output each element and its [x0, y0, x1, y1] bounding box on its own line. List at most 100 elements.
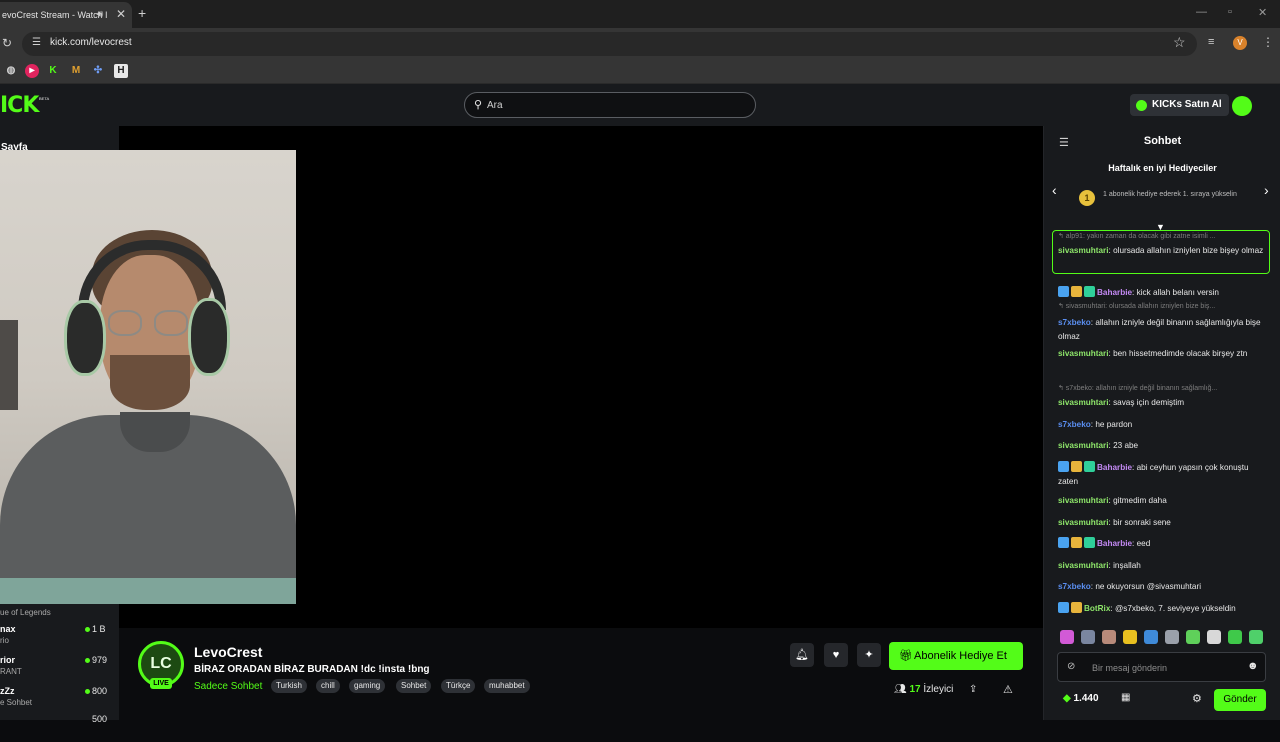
close-tab-icon[interactable]: ✕: [116, 7, 126, 21]
maximize-icon[interactable]: ▫: [1228, 6, 1232, 18]
h-bookmark-icon[interactable]: H: [114, 64, 128, 78]
stream-tag[interactable]: gaming: [349, 679, 386, 693]
chat-panel: ☰ Sohbet Haftalık en iyi Hediyeciler ‹ ›…: [1043, 126, 1280, 720]
buy-kicks-button[interactable]: KICKs Satın Al: [1130, 94, 1229, 116]
emote-icon[interactable]: [1186, 630, 1200, 644]
chat-username[interactable]: Baharbie: [1097, 539, 1132, 548]
sidebar-channel-category: RANT: [0, 667, 22, 676]
bookmark-star-icon[interactable]: ☆: [1173, 34, 1186, 51]
chat-username[interactable]: Baharbie: [1097, 288, 1132, 297]
emote-icon[interactable]: [1249, 630, 1263, 644]
address-text[interactable]: kick.com/levocrest: [50, 37, 132, 48]
sidebar-channel[interactable]: rior RANT 979: [0, 655, 119, 683]
emote-icon[interactable]: [1060, 630, 1074, 644]
stream-tag[interactable]: muhabbet: [484, 679, 530, 693]
emoji-icon[interactable]: ☻: [1247, 660, 1259, 672]
follow-heart-button[interactable]: ♥: [824, 643, 848, 667]
headphones-left: [64, 300, 106, 376]
emote-icon[interactable]: [1081, 630, 1095, 644]
stream-tag[interactable]: Turkish: [271, 679, 307, 693]
chat-title: Sohbet: [1143, 135, 1182, 147]
gift-subscription-label: Abonelik Hediye Et: [914, 650, 1007, 662]
gift-subscription-button[interactable]: 🎁︎ Abonelik Hediye Et: [889, 642, 1023, 670]
reload-icon[interactable]: ↻: [2, 36, 12, 50]
rank-badge: 1: [1079, 190, 1095, 206]
chat-username[interactable]: Baharbie: [1097, 463, 1132, 472]
send-button[interactable]: Gönder: [1214, 689, 1266, 711]
emote-icon[interactable]: [1228, 630, 1242, 644]
sidebar-viewer-count: 1 B: [92, 624, 106, 634]
emote-icon[interactable]: [1165, 630, 1179, 644]
puzzle-bookmark-icon[interactable]: ✣: [91, 64, 105, 78]
sidebar-channel[interactable]: zZz e Sohbet 800: [0, 686, 119, 714]
chat-username[interactable]: sivasmuhtari: [1058, 349, 1109, 358]
chat-username[interactable]: sivasmuhtari: [1058, 246, 1109, 255]
browser-tab[interactable]: evoCrest Stream - Watch l 🔊︎ ✕: [0, 2, 132, 28]
chat-username[interactable]: s7xbeko: [1058, 318, 1091, 327]
chat-username[interactable]: sivasmuhtari: [1058, 518, 1109, 527]
new-tab-icon[interactable]: +: [138, 5, 146, 21]
chat-reply-context[interactable]: ↰ alp91: yakın zaman da olacak gibi zatn…: [1058, 232, 1268, 240]
kick-bookmark-icon[interactable]: K: [46, 64, 60, 78]
badge-icon: [1058, 461, 1069, 472]
emote-icon[interactable]: [1123, 630, 1137, 644]
chat-username[interactable]: sivasmuhtari: [1058, 496, 1109, 505]
stream-category[interactable]: Sadece Sohbet: [194, 681, 262, 692]
sidebar-channel[interactable]: nax rio 1 B: [0, 624, 119, 652]
gmail-bookmark-icon[interactable]: M: [69, 64, 83, 78]
browser-menu-icon[interactable]: ⋮: [1262, 35, 1274, 49]
minimize-icon[interactable]: —: [1196, 6, 1207, 18]
search-box[interactable]: ⚲: [464, 92, 756, 118]
close-window-icon[interactable]: ✕: [1258, 6, 1267, 19]
profile-avatar[interactable]: V: [1233, 36, 1247, 50]
emote-bar: [1060, 630, 1274, 646]
youtube-bookmark-icon[interactable]: ▸: [25, 64, 39, 78]
kick-logo[interactable]: ICK: [0, 93, 39, 118]
reading-list-icon[interactable]: ≡: [1208, 36, 1214, 48]
address-bar[interactable]: [22, 32, 1197, 56]
headphones-right: [188, 298, 230, 376]
sparkle-button[interactable]: ✦: [857, 643, 881, 667]
stream-tag[interactable]: chill: [316, 679, 340, 693]
emote-icon[interactable]: [1144, 630, 1158, 644]
stream-tag[interactable]: Sohbet: [396, 679, 432, 693]
viewers-icon: 👥︎: [894, 684, 907, 695]
emote-icon[interactable]: [1207, 630, 1221, 644]
chevron-right-icon[interactable]: ›: [1264, 182, 1269, 198]
store-icon[interactable]: ▦: [1121, 692, 1130, 703]
chat-input[interactable]: [1092, 658, 1242, 678]
speaker-icon[interactable]: 🔊︎: [97, 9, 103, 20]
chat-username[interactable]: sivasmuhtari: [1058, 441, 1109, 450]
chat-reply-context[interactable]: ↰ s7xbeko: allahın izniyle değil binanın…: [1058, 384, 1268, 392]
user-avatar[interactable]: [1232, 96, 1252, 116]
bell-icon: 🔔︎: [795, 649, 809, 661]
site-settings-icon[interactable]: ☰: [32, 37, 41, 48]
chat-input-box[interactable]: ⊘ ☻: [1057, 652, 1266, 682]
chat-username[interactable]: s7xbeko: [1058, 420, 1091, 429]
notification-bell-button[interactable]: 🔔︎: [790, 643, 814, 667]
chat-mode-icon[interactable]: ⊘: [1067, 661, 1075, 672]
chat-username[interactable]: sivasmuhtari: [1058, 398, 1109, 407]
top-gifters-title: Haftalık en iyi Hediyeciler: [1108, 163, 1217, 173]
emote-icon[interactable]: [1102, 630, 1116, 644]
chat-reply-context[interactable]: ↰ sivasmuhtari: olursada allahın izniyle…: [1058, 302, 1268, 310]
background-wall: [0, 320, 18, 410]
report-icon[interactable]: ⚠: [1003, 683, 1013, 696]
viewer-count-label: İzleyici: [923, 684, 954, 695]
sidebar-channel[interactable]: 500: [0, 714, 119, 742]
chat-message: s7xbeko: allahın izniyle değil binanın s…: [1058, 316, 1268, 344]
share-icon[interactable]: ⇪: [969, 684, 977, 695]
gear-icon[interactable]: ⚙: [1192, 692, 1202, 705]
kicks-coin-icon: ◆: [1063, 693, 1071, 704]
kicks-balance[interactable]: ◆ 1.440: [1063, 693, 1099, 704]
chat-username[interactable]: s7xbeko: [1058, 582, 1091, 591]
chat-username[interactable]: BotRix: [1084, 604, 1110, 613]
chevron-left-icon[interactable]: ‹: [1052, 182, 1057, 198]
chat-username[interactable]: sivasmuhtari: [1058, 561, 1109, 570]
search-input[interactable]: [487, 95, 747, 115]
tab-title: evoCrest Stream - Watch l: [2, 10, 108, 20]
stream-tag[interactable]: Türkçe: [441, 679, 476, 693]
chat-message: s7xbeko: he pardon: [1058, 418, 1268, 432]
channel-name[interactable]: LevoCrest: [194, 644, 262, 660]
chrome-apps-icon[interactable]: ◍: [4, 64, 18, 78]
